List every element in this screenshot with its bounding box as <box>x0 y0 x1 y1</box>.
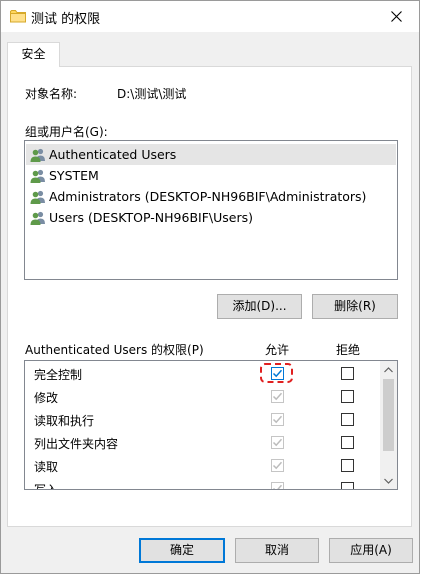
window-title: 测试 的权限 <box>31 12 101 27</box>
vertical-scrollbar[interactable] <box>380 361 397 489</box>
apply-button[interactable]: 应用(A) <box>329 538 413 563</box>
security-panel: 对象名称: D:\测试\测试 组或用户名(G): Authenticated U… <box>7 66 412 527</box>
remove-button[interactable]: 删除(R) <box>312 294 398 319</box>
add-button[interactable]: 添加(D)... <box>217 294 302 319</box>
title-bar: 测试 的权限 <box>1 1 419 32</box>
check-icon <box>272 415 283 424</box>
object-name-label: 对象名称: <box>25 87 78 101</box>
chevron-down-icon <box>384 478 393 484</box>
user-label: SYSTEM <box>49 168 99 183</box>
chevron-up-icon <box>384 366 393 372</box>
user-label: Authenticated Users <box>49 147 177 162</box>
permission-row-full-control: 完全控制 <box>25 362 380 385</box>
users-label: 组或用户名(G): <box>25 125 108 139</box>
permissions-label: Authenticated Users 的权限(P) <box>25 343 204 357</box>
deny-checkbox-list-folder[interactable] <box>341 436 354 449</box>
users-group-icon <box>30 148 45 162</box>
close-button[interactable] <box>373 1 419 32</box>
allow-checkbox-list-folder[interactable] <box>271 436 284 449</box>
scroll-up-button[interactable] <box>380 361 397 378</box>
check-icon <box>272 369 283 378</box>
permission-row-write: 写入 <box>25 477 380 490</box>
tab-security[interactable]: 安全 <box>7 42 60 67</box>
deny-checkbox-read[interactable] <box>341 459 354 472</box>
permission-row-list-folder: 列出文件夹内容 <box>25 431 380 454</box>
users-group-icon <box>30 169 45 183</box>
allow-checkbox-full-control[interactable] <box>271 367 284 380</box>
allow-checkbox-read[interactable] <box>271 459 284 472</box>
list-item-authenticated-users[interactable]: Authenticated Users <box>26 144 396 165</box>
ok-button[interactable]: 确定 <box>139 538 225 563</box>
deny-checkbox-write[interactable] <box>341 482 354 489</box>
allow-checkbox-write[interactable] <box>271 482 284 489</box>
permission-name: 完全控制 <box>34 368 83 382</box>
check-icon <box>272 392 283 401</box>
allow-checkbox-modify[interactable] <box>271 390 284 403</box>
close-icon <box>390 11 402 22</box>
deny-header: 拒绝 <box>336 343 361 357</box>
scroll-down-button[interactable] <box>380 472 397 489</box>
deny-checkbox-read-execute[interactable] <box>341 413 354 426</box>
permissions-dialog: 测试 的权限 安全 对象名称: D:\测试\测试 组或用户名(G): Authe… <box>0 0 420 574</box>
list-item-administrators[interactable]: Administrators (DESKTOP-NH96BIF\Administ… <box>26 186 396 207</box>
folder-icon <box>10 9 26 26</box>
permission-name: 读取 <box>34 460 59 474</box>
check-icon <box>272 438 283 447</box>
user-label: Users (DESKTOP-NH96BIF\Users) <box>49 210 253 225</box>
check-icon <box>272 461 283 470</box>
allow-header: 允许 <box>265 343 290 357</box>
check-icon <box>273 484 283 489</box>
users-group-icon <box>30 190 45 204</box>
permission-name: 列出文件夹内容 <box>34 437 119 451</box>
permission-name: 写入 <box>34 483 59 490</box>
object-name-value: D:\测试\测试 <box>117 87 187 101</box>
users-list[interactable]: Authenticated Users SYSTEM Administrator… <box>24 140 398 280</box>
deny-checkbox-full-control[interactable] <box>341 367 354 380</box>
permission-name: 读取和执行 <box>34 414 95 428</box>
permission-row-modify: 修改 <box>25 385 380 408</box>
users-group-icon <box>30 211 45 225</box>
permissions-list[interactable]: 完全控制 修改 读取和执行 列出文件夹内容 读取 写入 <box>24 360 398 490</box>
scrollbar-thumb[interactable] <box>383 379 394 451</box>
permission-row-read: 读取 <box>25 454 380 477</box>
permission-name: 修改 <box>34 391 59 405</box>
user-label: Administrators (DESKTOP-NH96BIF\Administ… <box>49 189 367 204</box>
deny-checkbox-modify[interactable] <box>341 390 354 403</box>
allow-checkbox-read-execute[interactable] <box>271 413 284 426</box>
list-item-users[interactable]: Users (DESKTOP-NH96BIF\Users) <box>26 207 396 228</box>
list-item-system[interactable]: SYSTEM <box>26 165 396 186</box>
permission-row-read-execute: 读取和执行 <box>25 408 380 431</box>
cancel-button[interactable]: 取消 <box>235 538 319 563</box>
